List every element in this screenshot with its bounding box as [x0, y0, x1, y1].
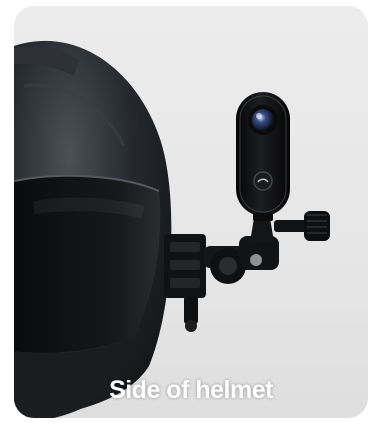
mount-arm [204, 211, 330, 284]
product-image-card: Side of helmet [14, 6, 368, 418]
adhesive-clamp [164, 234, 206, 332]
caption-label: Side of helmet [109, 376, 273, 404]
helmet-camera-photo [14, 40, 330, 418]
helmet [14, 40, 172, 418]
action-camera [236, 92, 290, 221]
camera-shutter-button [253, 171, 273, 191]
